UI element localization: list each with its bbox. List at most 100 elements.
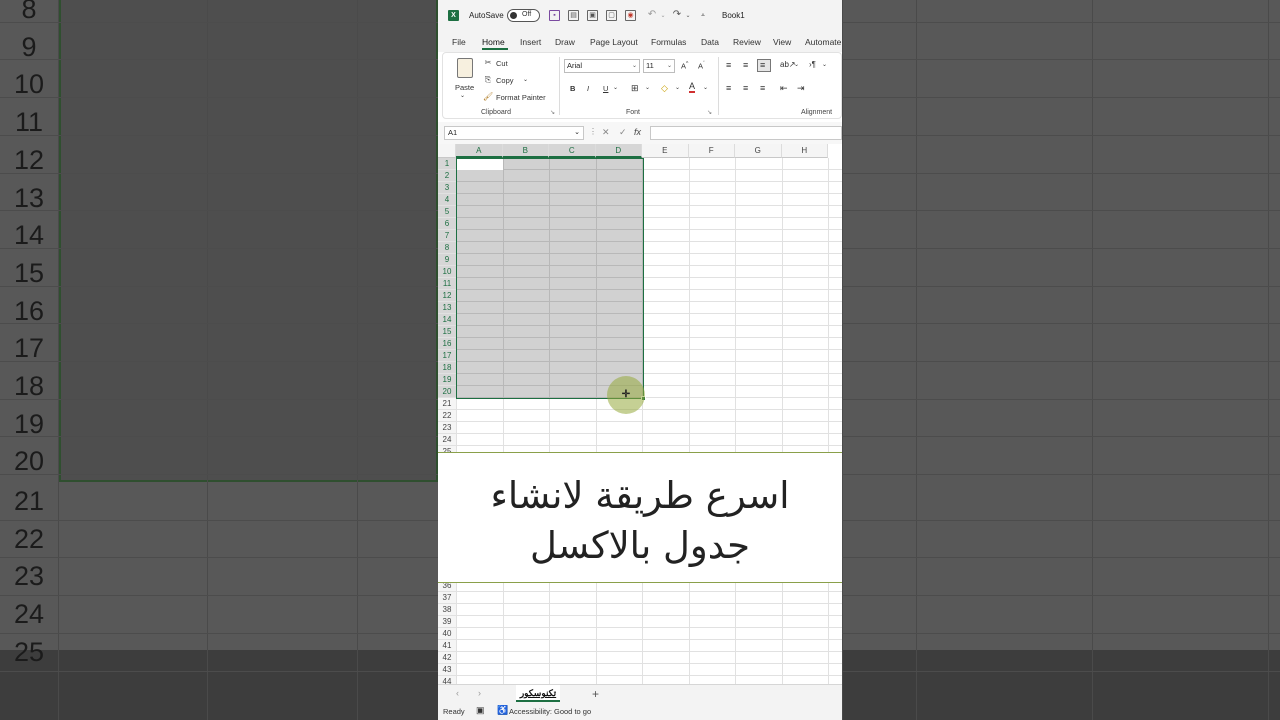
worksheet-grid-lower[interactable]: 36 37 38 39 40 41 42 43 44 — [438, 582, 842, 684]
row-header[interactable]: 4 — [438, 194, 456, 206]
italic-button[interactable]: I — [587, 84, 589, 93]
row-header[interactable]: 23 — [438, 422, 456, 434]
format-painter-icon[interactable]: 🖌 — [483, 92, 493, 102]
formula-input[interactable] — [650, 126, 842, 140]
copy-dropdown-icon[interactable]: ⌄ — [523, 76, 528, 83]
row-header[interactable]: 18 — [438, 362, 456, 374]
row-header[interactable]: 36 — [438, 582, 456, 592]
name-box[interactable]: A1 ⌄ — [444, 126, 584, 140]
column-header-h[interactable]: H — [781, 144, 828, 158]
paste-icon[interactable] — [457, 58, 473, 78]
row-header[interactable]: 2 — [438, 170, 456, 182]
increase-indent-icon[interactable]: ⇥ — [797, 83, 805, 94]
column-header-d[interactable]: D — [595, 144, 642, 158]
redo-icon[interactable]: ↷ — [672, 10, 682, 20]
tab-data[interactable]: Data — [701, 37, 719, 47]
row-header[interactable]: 41 — [438, 640, 456, 652]
worksheet-grid[interactable]: A B C D E F G H 1 2 3 4 5 6 7 8 9 10 11 12 13 14 15 16 17 18 19 20 2… — [438, 144, 842, 454]
clipboard-icon[interactable]: ▣ — [587, 10, 598, 21]
row-header[interactable]: 11 — [438, 278, 456, 290]
row-header[interactable]: 20 — [438, 386, 456, 398]
row-header[interactable]: 42 — [438, 652, 456, 664]
tab-page-layout[interactable]: Page Layout — [590, 37, 638, 47]
row-header[interactable]: 21 — [438, 398, 456, 410]
cut-icon[interactable]: ✂ — [483, 58, 493, 68]
save-icon[interactable]: ▪ — [549, 10, 560, 21]
autosave-toggle[interactable]: Off — [507, 9, 540, 22]
font-size-dropdown[interactable]: 11 ⌄ — [643, 59, 675, 73]
sheet-tab-active[interactable]: تكنوسكور — [516, 685, 560, 702]
tab-formulas[interactable]: Formulas — [651, 37, 686, 47]
text-direction-icon[interactable]: ›¶ — [809, 60, 816, 69]
middle-align-icon[interactable]: ≡ — [743, 60, 748, 70]
fill-color-icon[interactable]: ◇ — [661, 83, 668, 94]
next-sheet-icon[interactable]: › — [478, 688, 481, 698]
column-header-f[interactable]: F — [688, 144, 735, 158]
selected-range-a1-d20[interactable] — [456, 158, 644, 399]
format-painter-button[interactable]: Format Painter — [496, 93, 546, 102]
column-header-a[interactable]: A — [456, 144, 503, 158]
row-header[interactable]: 37 — [438, 592, 456, 604]
select-all-corner[interactable] — [438, 144, 456, 158]
row-header[interactable]: 6 — [438, 218, 456, 230]
accessibility-icon[interactable]: ♿ — [497, 705, 508, 716]
row-header[interactable]: 14 — [438, 314, 456, 326]
row-header[interactable]: 16 — [438, 338, 456, 350]
tab-view[interactable]: View — [773, 37, 791, 47]
insert-function-icon[interactable]: fx — [634, 127, 641, 137]
cancel-icon[interactable]: ✕ — [602, 127, 610, 138]
font-color-dropdown-icon[interactable]: ⌄ — [703, 84, 708, 91]
underline-dropdown-icon[interactable]: ⌄ — [613, 84, 618, 91]
column-header-e[interactable]: E — [642, 144, 689, 158]
fill-color-dropdown-icon[interactable]: ⌄ — [675, 84, 680, 91]
prev-sheet-icon[interactable]: ‹ — [456, 688, 459, 698]
borders-dropdown-icon[interactable]: ⌄ — [645, 84, 650, 91]
row-header[interactable]: 5 — [438, 206, 456, 218]
enter-icon[interactable]: ✓ — [619, 127, 627, 138]
increase-font-size-icon[interactable]: A^ — [681, 61, 688, 71]
top-align-icon[interactable]: ≡ — [726, 60, 731, 70]
paste-dropdown-icon[interactable]: ⌄ — [460, 92, 465, 99]
paste-button[interactable]: Paste — [455, 83, 474, 92]
row-header[interactable]: 22 — [438, 410, 456, 422]
row-header[interactable]: 15 — [438, 326, 456, 338]
align-right-icon[interactable]: ≡ — [760, 83, 765, 93]
row-header[interactable]: 17 — [438, 350, 456, 362]
copy-icon[interactable]: ⎘ — [483, 75, 493, 85]
borders-icon[interactable]: ⊞ — [631, 83, 639, 94]
undo-icon[interactable]: ↶ — [647, 10, 657, 20]
cut-button[interactable]: Cut — [496, 59, 508, 68]
align-center-icon[interactable]: ≡ — [743, 83, 748, 93]
row-header[interactable]: 10 — [438, 266, 456, 278]
row-header[interactable]: 19 — [438, 374, 456, 386]
align-left-icon[interactable]: ≡ — [726, 83, 731, 93]
row-header[interactable]: 38 — [438, 604, 456, 616]
row-header[interactable]: 44 — [438, 676, 456, 684]
row-header[interactable]: 43 — [438, 664, 456, 676]
row-header[interactable]: 7 — [438, 230, 456, 242]
column-header-c[interactable]: C — [549, 144, 596, 158]
accessibility-status[interactable]: Accessibility: Good to go — [509, 707, 591, 716]
tab-file[interactable]: File — [452, 37, 466, 47]
font-launcher-icon[interactable]: ↘ — [707, 109, 712, 116]
row-header[interactable]: 24 — [438, 434, 456, 446]
copy-button[interactable]: Copy — [496, 76, 514, 85]
customize-toolbar-icon[interactable]: ⩡ — [698, 11, 708, 21]
bold-button[interactable]: B — [570, 84, 575, 93]
tab-home[interactable]: Home — [482, 37, 505, 47]
redo-dropdown-icon[interactable]: ⌄ — [683, 11, 693, 21]
underline-button[interactable]: U — [603, 84, 608, 93]
add-sheet-button[interactable]: + — [592, 687, 599, 701]
decrease-font-size-icon[interactable]: Aˇ — [698, 61, 705, 71]
font-name-dropdown[interactable]: Arial ⌄ — [564, 59, 640, 73]
form-icon[interactable]: ▤ — [568, 10, 579, 21]
row-header[interactable]: 12 — [438, 290, 456, 302]
orientation-dropdown-icon[interactable]: ⌄ — [794, 61, 799, 68]
row-header[interactable]: 13 — [438, 302, 456, 314]
text-direction-dropdown-icon[interactable]: ⌄ — [822, 61, 827, 68]
tab-automate[interactable]: Automate — [805, 37, 841, 47]
row-header[interactable]: 3 — [438, 182, 456, 194]
comment-icon[interactable]: ▢ — [606, 10, 617, 21]
bottom-align-button[interactable]: ≡ — [757, 59, 771, 72]
macro-record-icon[interactable]: ▣ — [476, 705, 485, 716]
